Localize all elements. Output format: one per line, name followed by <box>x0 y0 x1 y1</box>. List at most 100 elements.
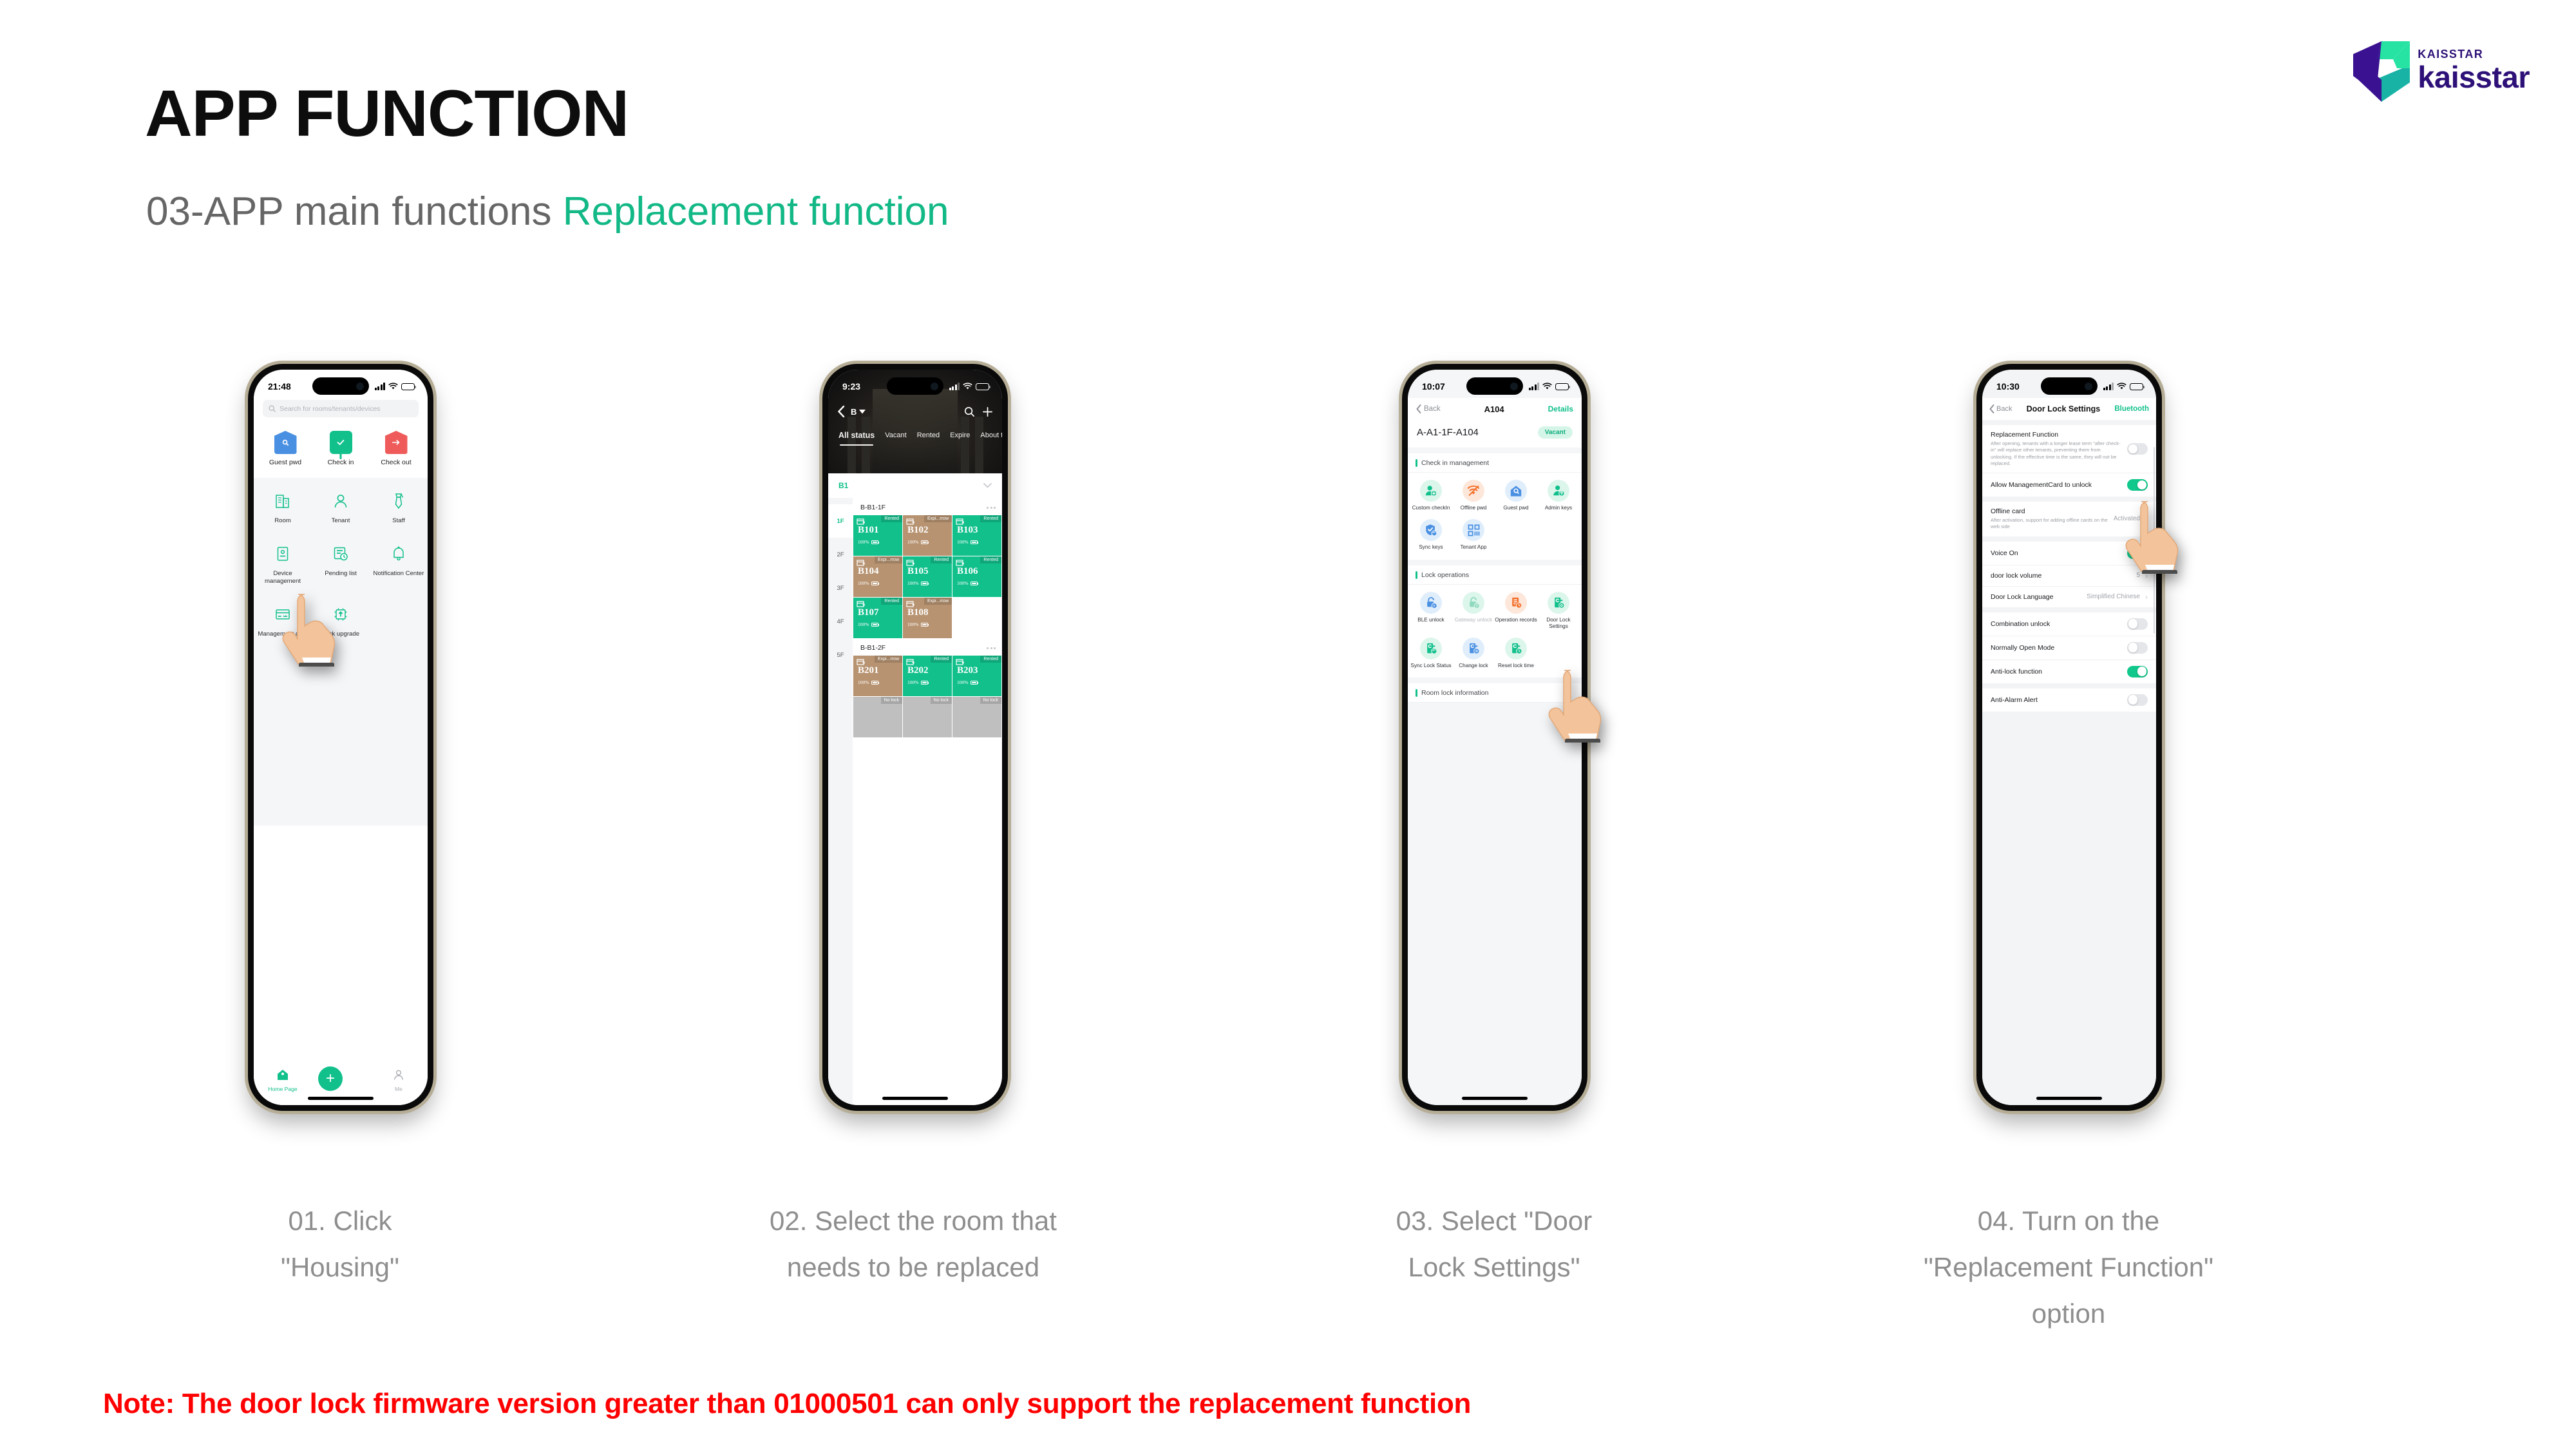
feature-management-card[interactable]: Management card <box>254 602 312 638</box>
action-label: Door Lock Settings <box>1546 616 1571 629</box>
tab-about[interactable]: About t <box>975 431 1002 439</box>
voice-toggle[interactable] <box>2127 547 2148 559</box>
tab-all-status[interactable]: All status <box>833 431 880 446</box>
check-in-action-grid: Custom checkIn Offline pwd Guest pwd Adm… <box>1408 473 1582 560</box>
floor-item-5f[interactable]: 5F <box>828 638 853 672</box>
status-icons <box>1528 383 1570 390</box>
more-options-icon[interactable] <box>987 647 996 649</box>
floor-item-2f[interactable]: 2F <box>828 538 853 571</box>
room-status-tag: Rented <box>881 515 902 522</box>
room-card[interactable]: Rented B101 100% <box>853 515 902 556</box>
setting-anti-lock-function[interactable]: Anti-lock function <box>1982 660 2156 683</box>
combination-unlock-toggle[interactable] <box>2127 618 2148 630</box>
action-ble-unlock[interactable]: BLE unlock <box>1410 591 1452 630</box>
setting-door-lock-language[interactable]: Door Lock Language Simplified Chinese › <box>1982 587 2156 607</box>
replacement-function-toggle[interactable] <box>2127 443 2148 455</box>
room-card[interactable]: Expi...rrow B108 100% <box>903 598 952 638</box>
tab-home-page[interactable]: Home Page <box>260 1068 305 1092</box>
feature-label: Pending list <box>325 569 357 577</box>
tab-expire[interactable]: Expire <box>945 431 975 439</box>
setting-replacement-function[interactable]: Replacement Function After opening, tena… <box>1982 425 2156 473</box>
back-button[interactable]: Back <box>1989 404 2012 413</box>
search-icon[interactable] <box>964 406 975 417</box>
battery-value: 100% <box>907 539 919 545</box>
setting-combination-unlock[interactable]: Combination unlock <box>1982 612 2156 636</box>
building-selector-label[interactable]: B <box>851 407 857 417</box>
plus-icon[interactable] <box>982 406 993 417</box>
room-card[interactable]: Expi...rrow B201 100% <box>853 656 902 696</box>
setting-allow-managementcard[interactable]: Allow ManagementCard to unlock <box>1982 473 2156 497</box>
action-tenant-app[interactable]: Tenant App <box>1452 519 1495 551</box>
tab-rented[interactable]: Rented <box>912 431 945 439</box>
quick-action-check-in[interactable]: Check in <box>313 431 368 466</box>
more-options-icon[interactable] <box>987 506 996 509</box>
chevron-down-icon[interactable] <box>859 409 866 414</box>
room-status-tag: Rented <box>931 656 952 663</box>
setting-normally-open-mode[interactable]: Normally Open Mode <box>1982 636 2156 660</box>
room-card[interactable]: Rented B105 100% <box>903 556 952 597</box>
room-card[interactable]: No lock <box>853 697 902 737</box>
setting-offline-card[interactable]: Offline card After activation, support f… <box>1982 502 2156 536</box>
details-button[interactable]: Details <box>1548 404 1573 413</box>
room-card[interactable]: Expi...rrow B104 100% <box>853 556 902 597</box>
normally-open-toggle[interactable] <box>2127 641 2148 654</box>
action-change-lock[interactable]: Change lock <box>1452 638 1495 669</box>
anti-lock-toggle[interactable] <box>2127 665 2148 677</box>
action-custom-checkin[interactable]: Custom checkIn <box>1410 480 1452 511</box>
building-group-header[interactable]: B1 <box>828 473 1002 498</box>
action-sync-lock-status[interactable]: Sync Lock Status <box>1410 638 1452 669</box>
room-card[interactable]: Rented B107 100% <box>853 598 902 638</box>
room-card[interactable]: No lock <box>952 697 1001 737</box>
bluetooth-status[interactable]: Bluetooth <box>2114 405 2149 413</box>
status-time: 9:23 <box>842 381 861 392</box>
room-card[interactable]: Expi...rrow B102 100% <box>903 515 952 556</box>
action-label: Custom checkIn <box>1412 505 1450 511</box>
action-operation-records[interactable]: Operation records <box>1495 591 1537 630</box>
feature-pending-list[interactable]: Pending list <box>312 542 370 585</box>
room-status-tag: Rented <box>980 556 1001 564</box>
action-sync-keys[interactable]: Sync keys <box>1410 519 1452 551</box>
tab-vacant[interactable]: Vacant <box>880 431 911 439</box>
feature-staff[interactable]: Staff <box>370 489 428 525</box>
floor-item-1f[interactable]: 1F <box>828 504 853 538</box>
phone-mockup-1: 21:48 Search for rooms/tenants/devices G… <box>248 364 433 1111</box>
room-card[interactable]: Rented B203 100% <box>952 656 1001 696</box>
scrollbar[interactable] <box>2153 447 2155 634</box>
feature-lock-upgrade[interactable]: Lock upgrade <box>312 602 370 638</box>
tab-add-button[interactable]: + <box>318 1066 363 1091</box>
quick-action-guest-pwd[interactable]: Guest pwd <box>258 431 313 466</box>
room-card[interactable]: Rented B106 100% <box>952 556 1001 597</box>
setting-anti-alarm-alert[interactable]: Anti-Alarm Alert <box>1982 688 2156 712</box>
feature-room[interactable]: Room <box>254 489 312 525</box>
battery-icon <box>920 540 929 544</box>
floor-item-3f[interactable]: 3F <box>828 571 853 605</box>
action-gateway-unlock[interactable]: Gateway unlock <box>1452 591 1495 630</box>
back-button[interactable]: Back <box>1416 404 1441 413</box>
floor-room-browser: 1F 2F 3F 4F 5F B-B1-1F Rented B101 100% Ex… <box>828 498 1002 1105</box>
feature-notification-center[interactable]: Notification Center <box>370 542 428 585</box>
settings-group-5: Anti-Alarm Alert <box>1982 688 2156 712</box>
anti-alarm-toggle[interactable] <box>2127 694 2148 706</box>
action-admin-keys[interactable]: Admin keys <box>1537 480 1580 511</box>
search-input[interactable]: Search for rooms/tenants/devices <box>263 400 419 417</box>
managementcard-toggle[interactable] <box>2127 479 2148 491</box>
feature-grid-wrap: Room Tenant Staff Device management Pend… <box>254 478 428 826</box>
device-card-icon <box>256 542 309 566</box>
setting-voice-on[interactable]: Voice On <box>1982 542 2156 565</box>
action-guest-pwd[interactable]: Guest pwd <box>1495 480 1537 511</box>
action-door-lock-settings[interactable]: Door Lock Settings <box>1537 591 1580 630</box>
action-offline-pwd[interactable]: Offline pwd <box>1452 480 1495 511</box>
chevron-left-icon[interactable] <box>837 405 846 418</box>
room-card[interactable]: No lock <box>903 697 952 737</box>
room-card[interactable]: Rented B103 100% <box>952 515 1001 556</box>
quick-action-check-out[interactable]: Check out <box>368 431 424 466</box>
action-reset-lock-time[interactable]: Reset lock time <box>1495 638 1537 669</box>
setting-door-lock-volume[interactable]: door lock volume 5 › <box>1982 565 2156 587</box>
tab-me[interactable]: Me <box>376 1068 421 1092</box>
floor-item-4f[interactable]: 4F <box>828 605 853 638</box>
chevron-right-icon: › <box>2145 571 2148 580</box>
feature-tenant[interactable]: Tenant <box>312 489 370 525</box>
room-card[interactable]: Rented B202 100% <box>903 656 952 696</box>
feature-device-management[interactable]: Device management <box>254 542 312 585</box>
room-status-tag: No lock <box>980 697 1001 704</box>
